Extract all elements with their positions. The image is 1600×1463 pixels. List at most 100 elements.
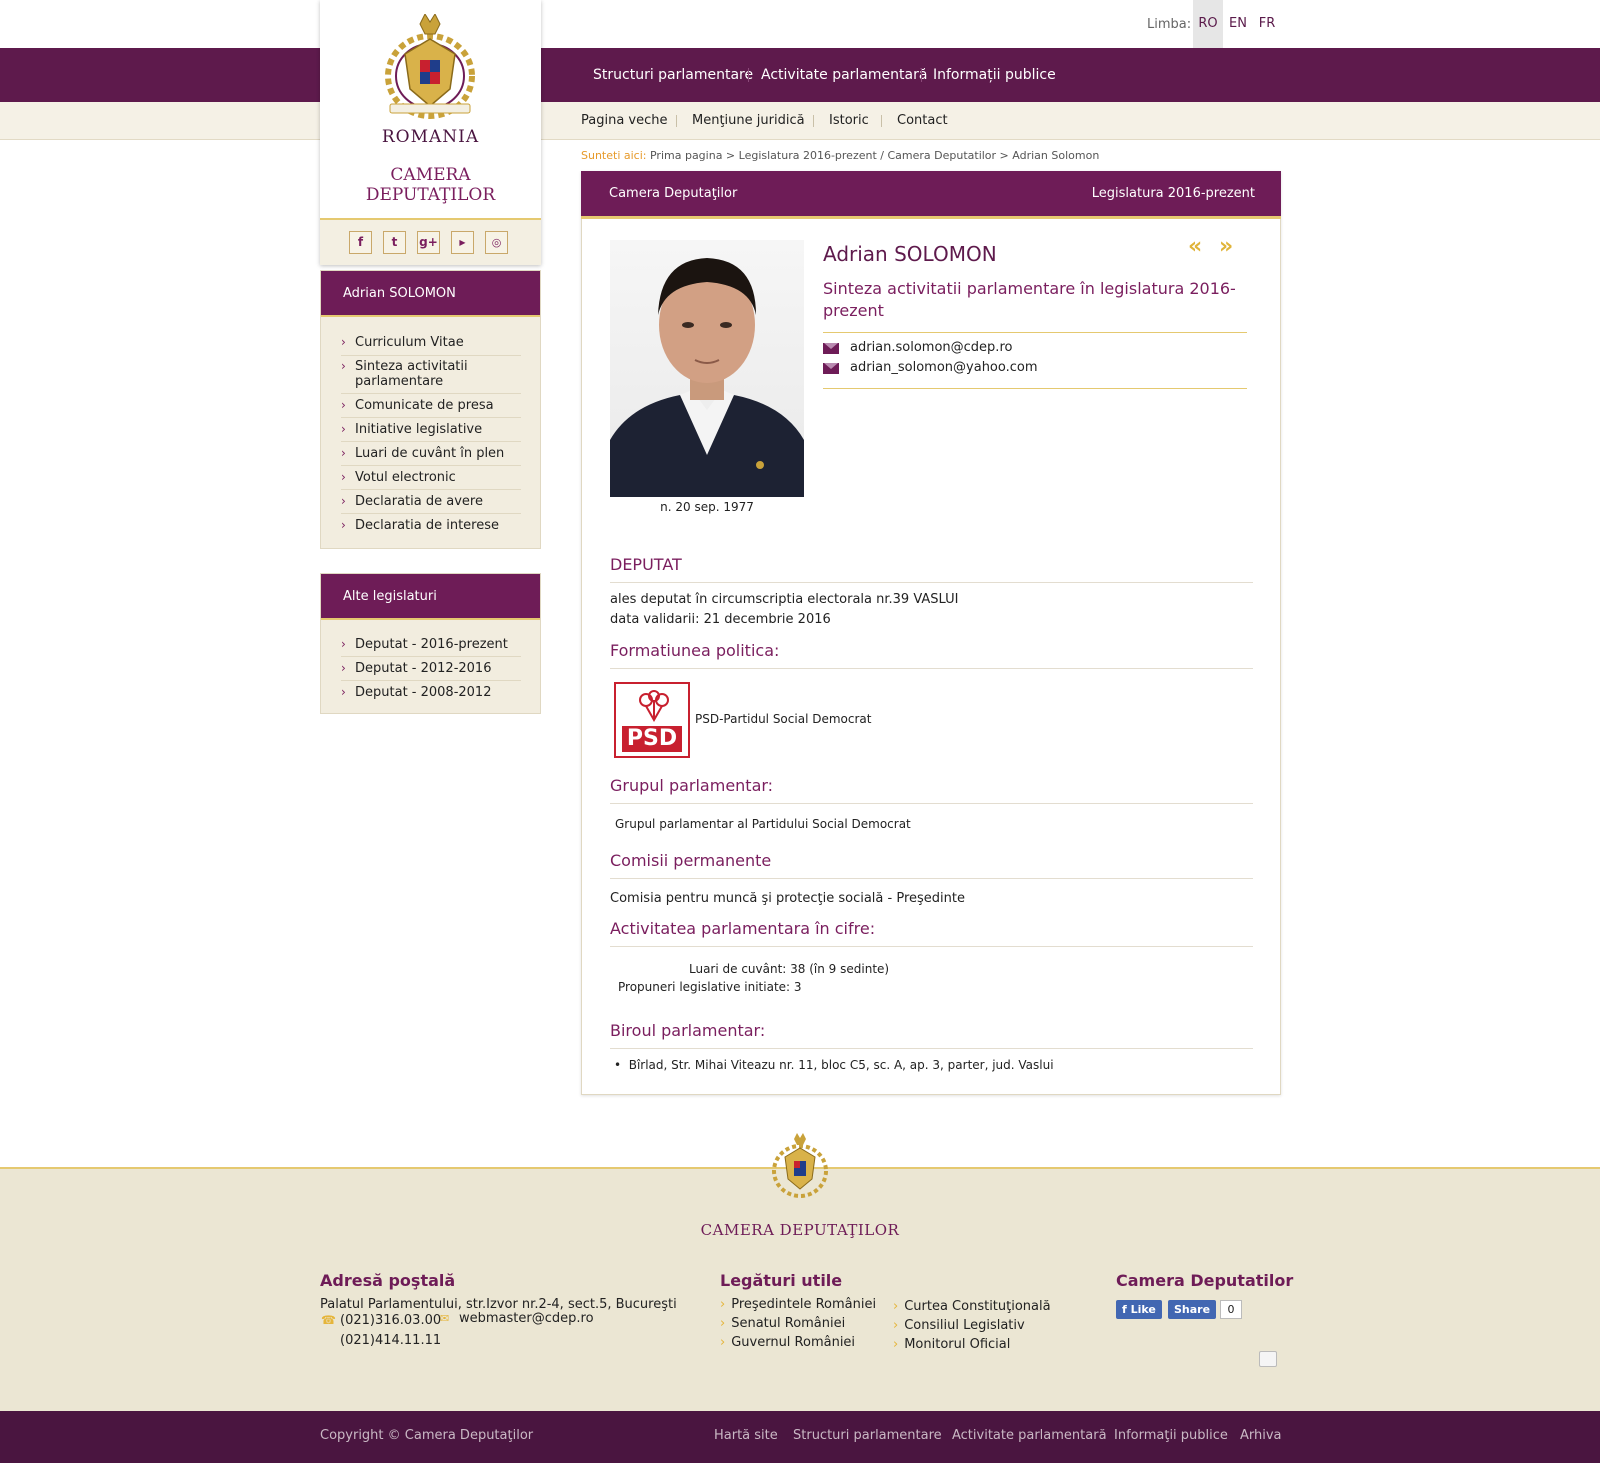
deputy-portrait-icon: [610, 258, 804, 497]
facebook-like-button[interactable]: f Like: [1116, 1300, 1162, 1319]
facebook-icon: f: [1122, 1303, 1131, 1316]
deputy-menu-title: Adrian SOLOMON: [321, 271, 540, 317]
site-logo-box[interactable]: ROMANIA CAMERA DEPUTAŢILOR f t g+ ▶ ◎: [320, 0, 541, 265]
commission-role: Preşedinte: [896, 891, 965, 906]
bottom-link-structuri[interactable]: Structuri parlamentare: [793, 1428, 942, 1443]
section-divider: [610, 946, 1253, 947]
menu-initiative-legislative[interactable]: › Initiative legislative: [341, 422, 531, 437]
envelope-icon: [823, 363, 839, 374]
subnav-pagina-veche[interactable]: Pagina veche: [581, 102, 668, 140]
footer: CAMERA DEPUTAŢILOR Adresă poştală Palatu…: [0, 1133, 1600, 1411]
youtube-icon[interactable]: ▶: [451, 231, 474, 254]
language-bar: Limba: RO EN FR: [0, 0, 1600, 48]
link-consiliul-legislativ[interactable]: › Consiliul Legislativ: [893, 1318, 1025, 1333]
footer-email-link[interactable]: webmaster@cdep.ro: [459, 1311, 594, 1326]
menu-divider: [341, 417, 521, 418]
menu-divider: [341, 355, 521, 356]
lang-en[interactable]: EN: [1223, 0, 1253, 48]
menu-divider: [341, 441, 521, 442]
link-monitorul-oficial[interactable]: › Monitorul Oficial: [893, 1337, 1010, 1352]
envelope-icon: [823, 343, 839, 354]
activity-synthesis-link[interactable]: Sinteza activitatii parlamentare în legi…: [823, 278, 1243, 322]
facebook-share-button[interactable]: Share: [1168, 1300, 1217, 1319]
breadcrumb-path[interactable]: Prima pagina > Legislatura 2016-prezent …: [650, 149, 1099, 162]
legislature-2016-prezent[interactable]: › Deputat - 2016-prezent: [341, 637, 531, 652]
bottom-link-arhiva[interactable]: Arhiva: [1240, 1428, 1282, 1443]
subnav-istoric[interactable]: Istoric: [829, 102, 869, 140]
next-deputy-icon[interactable]: »: [1219, 234, 1233, 259]
footer-address-title: Adresă poştală: [320, 1271, 456, 1290]
lang-fr[interactable]: FR: [1252, 0, 1282, 48]
office-address: • Bîrlad, Str. Mihai Viteazu nr. 11, blo…: [614, 1058, 1054, 1072]
panel-header-legislature: Legislatura 2016-prezent: [1091, 186, 1255, 201]
subnav-contact[interactable]: Contact: [897, 102, 948, 140]
menu-votul-electronic[interactable]: › Votul electronic: [341, 470, 531, 485]
menu-comunicate-presa[interactable]: › Comunicate de presa: [341, 398, 531, 413]
language-label: Limba:: [1147, 17, 1192, 32]
stat-speeches[interactable]: Luari de cuvânt: 38 (în 9 sedinte): [689, 962, 889, 976]
divider: [823, 388, 1247, 389]
lang-ro[interactable]: RO: [1193, 0, 1223, 48]
nav-informatii-publice[interactable]: Informații publice: [933, 48, 1056, 102]
lock-icon[interactable]: [1259, 1351, 1277, 1367]
chevron-right-icon: ›: [893, 1337, 899, 1352]
psd-party-logo[interactable]: PSD: [614, 682, 690, 758]
facebook-icon[interactable]: f: [349, 231, 372, 254]
main-nav: Structuri parlamentare Activitate parlam…: [0, 48, 1600, 102]
deputy-birth-date: n. 20 sep. 1977: [660, 500, 754, 514]
party-name[interactable]: PSD-Partidul Social Democrat: [695, 712, 871, 726]
bottom-link-activitate[interactable]: Activitate parlamentară: [952, 1428, 1107, 1443]
menu-declaratia-interese[interactable]: › Declaratia de interese: [341, 518, 531, 533]
stat-legislative-proposals[interactable]: Propuneri legislative initiate: 3: [618, 980, 802, 994]
chevron-right-icon: ›: [341, 661, 346, 675]
menu-divider: [341, 465, 521, 466]
menu-sinteza-activitatii[interactable]: › Sinteza activitatii parlamentare: [341, 359, 531, 389]
link-guvernul-romaniei[interactable]: › Guvernul României: [720, 1335, 855, 1350]
previous-deputy-icon[interactable]: «: [1188, 234, 1202, 259]
chevron-right-icon: ›: [341, 335, 346, 349]
subnav-mentiune-juridica[interactable]: Menţiune juridică: [692, 102, 805, 140]
section-divider: [610, 582, 1253, 583]
twitter-icon[interactable]: t: [383, 231, 406, 254]
commission-name[interactable]: Comisia pentru muncă şi protecţie social…: [610, 891, 883, 906]
coat-of-arms-icon: [385, 14, 475, 119]
nav-structuri-parlamentare[interactable]: Structuri parlamentare: [593, 48, 753, 102]
email-link-official[interactable]: adrian.solomon@cdep.ro: [823, 340, 1223, 358]
section-divider: [610, 668, 1253, 669]
chevron-right-icon: ›: [341, 446, 346, 460]
logo-country-name: ROMANIA: [381, 127, 480, 147]
footer-social-title: Camera Deputatilor: [1116, 1271, 1294, 1290]
instagram-icon[interactable]: ◎: [485, 231, 508, 254]
legislature-2012-2016[interactable]: › Deputat - 2012-2016: [341, 661, 531, 676]
sub-nav: Pagina veche Menţiune juridică Istoric C…: [0, 102, 1600, 140]
logo-institution-name: CAMERA DEPUTAŢILOR: [320, 165, 541, 205]
bullet-icon: •: [614, 1058, 629, 1072]
chevron-right-icon: ›: [341, 518, 346, 532]
menu-declaratia-avere[interactable]: › Declaratia de avere: [341, 494, 531, 509]
menu-luari-de-cuvant[interactable]: › Luari de cuvânt în plen: [341, 446, 531, 461]
legislature-2008-2012[interactable]: › Deputat - 2008-2012: [341, 685, 531, 700]
link-presedintele-romaniei[interactable]: › Preşedintele României: [720, 1297, 876, 1312]
facebook-share-count: 0: [1220, 1300, 1242, 1319]
bottom-link-harta-site[interactable]: Hartă site: [714, 1428, 778, 1443]
roses-icon: [639, 690, 669, 722]
link-curtea-constitutionala[interactable]: › Curtea Constituţională: [893, 1299, 1051, 1314]
copyright: Copyright © Camera Deputaţilor: [320, 1428, 534, 1443]
nav-activitate-parlamentara[interactable]: Activitate parlamentară: [761, 48, 927, 102]
chevron-right-icon: ›: [720, 1316, 726, 1331]
section-divider: [610, 1048, 1253, 1049]
subnav-separator: [813, 115, 814, 127]
link-senatul-romaniei[interactable]: › Senatul României: [720, 1316, 845, 1331]
other-legislatures: Alte legislaturi › Deputat - 2016-prezent…: [320, 573, 541, 714]
chevron-right-icon: ›: [341, 494, 346, 508]
chevron-right-icon: ›: [341, 422, 346, 436]
email-link-personal[interactable]: adrian_solomon@yahoo.com: [823, 360, 1223, 378]
google-plus-icon[interactable]: g+: [417, 231, 440, 254]
menu-curriculum-vitae[interactable]: › Curriculum Vitae: [341, 335, 531, 350]
bottom-link-informatii[interactable]: Informaţii publice: [1114, 1428, 1228, 1443]
parliamentary-group[interactable]: Grupul parlamentar al Partidului Social …: [615, 817, 911, 831]
email-icon: ✉: [440, 1312, 450, 1325]
footer-phone-2: (021)414.11.11: [340, 1333, 442, 1348]
deputy-photo: [610, 240, 804, 497]
commission-entry: Comisia pentru muncă şi protecţie social…: [610, 891, 965, 906]
